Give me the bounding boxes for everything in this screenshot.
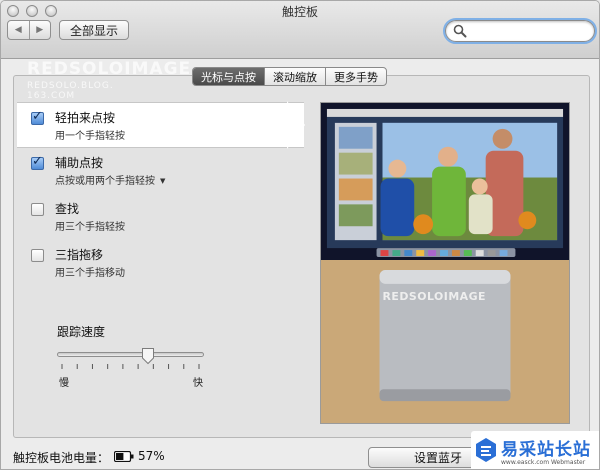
checkmark-icon: ✓	[32, 109, 43, 124]
checkmark-icon: ✓	[32, 154, 43, 169]
option-subtitle: 用三个手指轻按	[55, 222, 125, 233]
site-logo-text: 易采站长站	[501, 440, 591, 460]
three-finger-drag-checkbox[interactable]	[31, 249, 44, 262]
forward-arrow-icon[interactable]: ▶	[28, 21, 51, 39]
show-all-button[interactable]: 全部显示	[59, 20, 129, 40]
back-arrow-icon[interactable]: ◀	[8, 21, 29, 39]
option-subtitle: 用一个手指轻按	[55, 131, 125, 142]
site-logo-subtext: www.easck.com Webmaster	[501, 459, 586, 466]
tab-bar: 光标与点按 滚动缩放 更多手势	[192, 67, 387, 86]
search-field[interactable]	[443, 18, 597, 44]
selected-option-pointer	[287, 101, 305, 149]
title-toolbar: 触控板 ◀ ▶ 全部显示	[1, 1, 599, 59]
slider-thumb[interactable]	[141, 347, 155, 365]
watermark-line-1: REDSOLO.BLOG.	[27, 81, 114, 91]
preferences-window: 触控板 ◀ ▶ 全部显示 REDSOLOIMAGE REDSOLO.BLOG. …	[0, 0, 600, 470]
window-title: 触控板	[281, 5, 318, 19]
watermark-text: REDSOLOIMAGE	[27, 59, 192, 79]
tab-point-click[interactable]: 光标与点按	[193, 68, 264, 85]
watermark-line-2: 163.COM	[27, 91, 76, 101]
back-forward-control: ◀ ▶	[7, 20, 51, 40]
tab-scroll-zoom[interactable]: 滚动缩放	[264, 68, 325, 85]
option-title: 轻拍来点按	[55, 111, 116, 125]
slider-tickmarks	[61, 364, 200, 369]
look-up-checkbox[interactable]	[31, 203, 44, 216]
search-icon	[453, 24, 467, 38]
secondary-click-menu[interactable]: 点按或用两个手指轻按 ▼	[55, 172, 165, 187]
tab-more-gestures[interactable]: 更多手势	[325, 68, 386, 85]
chevron-down-icon: ▼	[160, 177, 166, 185]
tap-to-click-checkbox[interactable]: ✓	[31, 109, 44, 125]
slow-label: 慢	[59, 378, 69, 389]
watermark-subtext: REDSOLO.BLOG. 163.COM	[27, 81, 114, 101]
secondary-click-checkbox[interactable]: ✓	[31, 154, 44, 170]
fast-label: 快	[193, 378, 203, 389]
tracking-speed-slider[interactable]	[57, 352, 204, 357]
search-input[interactable]	[470, 23, 586, 39]
option-subtitle: 点按或用两个手指轻按	[55, 176, 155, 187]
site-logo-icon	[476, 438, 496, 462]
option-title: 三指拖移	[55, 248, 104, 262]
option-title: 辅助点按	[55, 156, 104, 170]
tracking-speed-label: 跟踪速度	[57, 325, 106, 339]
battery-icon	[114, 451, 134, 462]
battery-level-label: 触控板电池电量：	[13, 451, 110, 465]
preview-watermark-text: REDSOLOIMAGE	[383, 290, 486, 303]
battery-percentage: 57%	[138, 449, 165, 463]
gesture-preview-image: REDSOLOIMAGE	[320, 102, 570, 424]
option-subtitle: 用三个手指移动	[55, 268, 125, 279]
option-title: 查找	[55, 202, 80, 216]
